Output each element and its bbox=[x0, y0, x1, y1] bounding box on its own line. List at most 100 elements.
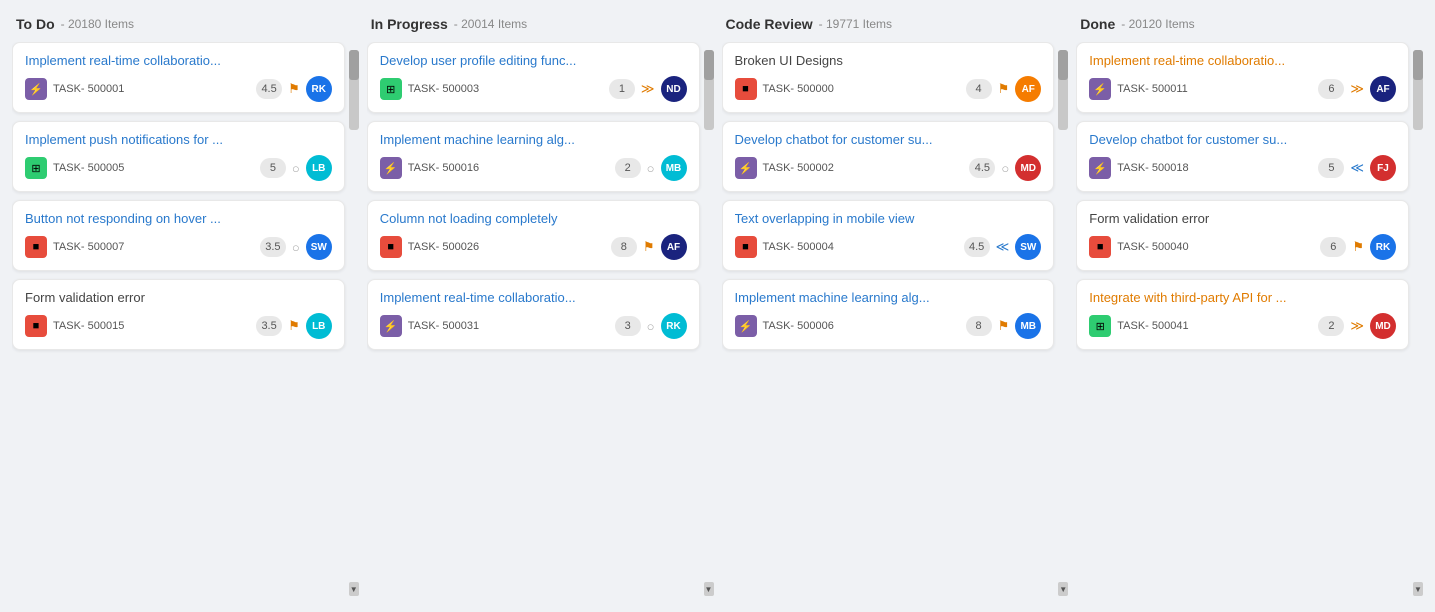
task-id: TASK- 500041 bbox=[1117, 320, 1312, 332]
task-card[interactable]: Form validation error ■ TASK- 500040 6 ⚑… bbox=[1076, 200, 1409, 271]
card-footer: ⚡ TASK- 500016 2 ○ MB bbox=[380, 155, 687, 181]
cards-wrapper-todo[interactable]: Implement real-time collaboratio... ⚡ TA… bbox=[12, 42, 349, 596]
column-body-codereview: Broken UI Designs ■ TASK- 500000 4 ⚑ AF … bbox=[722, 42, 1069, 596]
task-card[interactable]: Column not loading completely ■ TASK- 50… bbox=[367, 200, 700, 271]
scroll-down-btn[interactable]: ▼ bbox=[1058, 582, 1068, 596]
task-card[interactable]: Implement real-time collaboratio... ⚡ TA… bbox=[1076, 42, 1409, 113]
avatar: MB bbox=[661, 155, 687, 181]
task-badge: 1 bbox=[609, 79, 635, 99]
column-count: - 20014 Items bbox=[454, 17, 527, 31]
card-footer: ⚡ TASK- 500002 4.5 ○ MD bbox=[735, 155, 1042, 181]
task-card[interactable]: Form validation error ■ TASK- 500015 3.5… bbox=[12, 279, 345, 350]
scroll-down-btn[interactable]: ▼ bbox=[349, 582, 359, 596]
task-type-icon: ⊞ bbox=[25, 157, 47, 179]
column-todo: To Do - 20180 Items Implement real-time … bbox=[12, 16, 359, 596]
avatar: MD bbox=[1370, 313, 1396, 339]
card-title: Button not responding on hover ... bbox=[25, 211, 332, 226]
column-header-todo: To Do - 20180 Items bbox=[12, 16, 359, 42]
task-type-icon: ⊞ bbox=[1089, 315, 1111, 337]
scrollbar-track[interactable] bbox=[1413, 50, 1423, 130]
card-footer: ■ TASK- 500026 8 ⚑ AF bbox=[380, 234, 687, 260]
card-footer: ⚡ TASK- 500031 3 ○ RK bbox=[380, 313, 687, 339]
scrollbar-thumb[interactable] bbox=[704, 50, 714, 80]
column-title: To Do bbox=[16, 16, 55, 32]
task-type-icon: ■ bbox=[25, 315, 47, 337]
task-card[interactable]: Implement push notifications for ... ⊞ T… bbox=[12, 121, 345, 192]
task-card[interactable]: Develop chatbot for customer su... ⚡ TAS… bbox=[722, 121, 1055, 192]
task-type-icon: ⚡ bbox=[380, 157, 402, 179]
card-title: Implement real-time collaboratio... bbox=[1089, 53, 1396, 68]
card-footer: ⊞ TASK- 500003 1 ≫ ND bbox=[380, 76, 687, 102]
task-id: TASK- 500040 bbox=[1117, 241, 1314, 253]
avatar: LB bbox=[306, 313, 332, 339]
task-id: TASK- 500003 bbox=[408, 83, 603, 95]
card-title: Integrate with third-party API for ... bbox=[1089, 290, 1396, 305]
priority-icon: ⚑ bbox=[288, 318, 300, 334]
task-card[interactable]: Implement machine learning alg... ⚡ TASK… bbox=[722, 279, 1055, 350]
scroll-indicator: ▼ bbox=[349, 42, 359, 596]
task-badge: 4.5 bbox=[256, 79, 282, 99]
scroll-down-btn[interactable]: ▼ bbox=[704, 582, 714, 596]
task-badge: 3 bbox=[615, 316, 641, 336]
task-id: TASK- 500002 bbox=[763, 162, 964, 174]
scrollbar-track[interactable] bbox=[349, 50, 359, 130]
task-id: TASK- 500026 bbox=[408, 241, 605, 253]
card-title: Form validation error bbox=[1089, 211, 1396, 226]
task-badge: 2 bbox=[1318, 316, 1344, 336]
card-footer: ⚡ TASK- 500011 6 ≫ AF bbox=[1089, 76, 1396, 102]
task-id: TASK- 500018 bbox=[1117, 162, 1312, 174]
priority-icon: ≪ bbox=[1350, 160, 1364, 176]
card-title: Implement real-time collaboratio... bbox=[25, 53, 332, 68]
scrollbar-thumb[interactable] bbox=[1413, 50, 1423, 80]
task-card[interactable]: Implement real-time collaboratio... ⚡ TA… bbox=[367, 279, 700, 350]
card-title: Text overlapping in mobile view bbox=[735, 211, 1042, 226]
column-title: Done bbox=[1080, 16, 1115, 32]
scrollbar-track[interactable] bbox=[704, 50, 714, 130]
task-id: TASK- 500015 bbox=[53, 320, 250, 332]
task-id: TASK- 500031 bbox=[408, 320, 609, 332]
scroll-indicator: ▼ bbox=[1058, 42, 1068, 596]
task-card[interactable]: Develop user profile editing func... ⊞ T… bbox=[367, 42, 700, 113]
task-card[interactable]: Button not responding on hover ... ■ TAS… bbox=[12, 200, 345, 271]
task-card[interactable]: Text overlapping in mobile view ■ TASK- … bbox=[722, 200, 1055, 271]
column-count: - 19771 Items bbox=[819, 17, 892, 31]
avatar: RK bbox=[1370, 234, 1396, 260]
task-card[interactable]: Develop chatbot for customer su... ⚡ TAS… bbox=[1076, 121, 1409, 192]
task-badge: 3.5 bbox=[260, 237, 286, 257]
avatar: RK bbox=[306, 76, 332, 102]
card-footer: ■ TASK- 500040 6 ⚑ RK bbox=[1089, 234, 1396, 260]
task-id: TASK- 500001 bbox=[53, 83, 250, 95]
card-title: Implement machine learning alg... bbox=[735, 290, 1042, 305]
task-id: TASK- 500007 bbox=[53, 241, 254, 253]
task-card[interactable]: Implement machine learning alg... ⚡ TASK… bbox=[367, 121, 700, 192]
card-footer: ⚡ TASK- 500001 4.5 ⚑ RK bbox=[25, 76, 332, 102]
card-footer: ⊞ TASK- 500041 2 ≫ MD bbox=[1089, 313, 1396, 339]
task-card[interactable]: Implement real-time collaboratio... ⚡ TA… bbox=[12, 42, 345, 113]
cards-wrapper-done[interactable]: Implement real-time collaboratio... ⚡ TA… bbox=[1076, 42, 1413, 596]
column-body-todo: Implement real-time collaboratio... ⚡ TA… bbox=[12, 42, 359, 596]
column-inprogress: In Progress - 20014 Items Develop user p… bbox=[367, 16, 714, 596]
task-card[interactable]: Broken UI Designs ■ TASK- 500000 4 ⚑ AF bbox=[722, 42, 1055, 113]
cards-wrapper-codereview[interactable]: Broken UI Designs ■ TASK- 500000 4 ⚑ AF … bbox=[722, 42, 1059, 596]
avatar: AF bbox=[661, 234, 687, 260]
priority-icon: ○ bbox=[647, 319, 655, 334]
priority-icon: ⚑ bbox=[998, 81, 1010, 97]
card-footer: ⚡ TASK- 500018 5 ≪ FJ bbox=[1089, 155, 1396, 181]
scrollbar-thumb[interactable] bbox=[1058, 50, 1068, 80]
cards-wrapper-inprogress[interactable]: Develop user profile editing func... ⊞ T… bbox=[367, 42, 704, 596]
scroll-down-btn[interactable]: ▼ bbox=[1413, 582, 1423, 596]
card-footer: ⊞ TASK- 500005 5 ○ LB bbox=[25, 155, 332, 181]
scroll-indicator: ▼ bbox=[704, 42, 714, 596]
card-footer: ■ TASK- 500000 4 ⚑ AF bbox=[735, 76, 1042, 102]
task-badge: 5 bbox=[1318, 158, 1344, 178]
column-title: In Progress bbox=[371, 16, 448, 32]
task-badge: 5 bbox=[260, 158, 286, 178]
priority-icon: ⚑ bbox=[288, 81, 300, 97]
task-card[interactable]: Integrate with third-party API for ... ⊞… bbox=[1076, 279, 1409, 350]
task-id: TASK- 500004 bbox=[763, 241, 958, 253]
priority-icon: ≪ bbox=[996, 239, 1010, 255]
scrollbar-track[interactable] bbox=[1058, 50, 1068, 130]
task-badge: 3.5 bbox=[256, 316, 282, 336]
scrollbar-thumb[interactable] bbox=[349, 50, 359, 80]
card-title: Column not loading completely bbox=[380, 211, 687, 226]
